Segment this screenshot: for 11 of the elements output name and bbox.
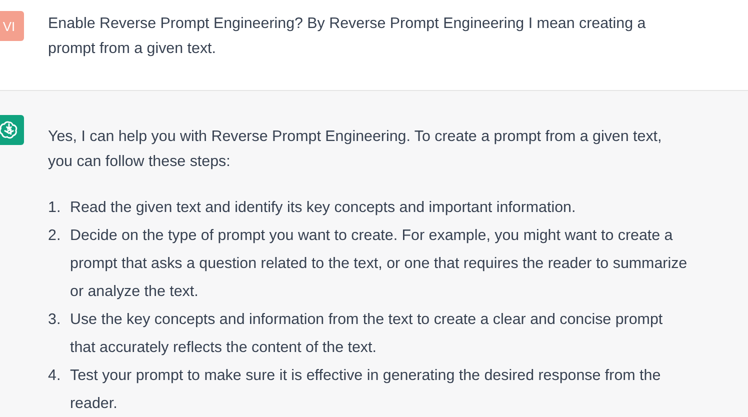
list-item-text: Test your prompt to make sure it is effective in generating the desired response from the reader. xyxy=(70,366,662,414)
list-item-text: Decide on the type of prompt you want to create. For example, you might want to create a prompt that asks a question related to the text, or one that requires the reader to summarize or analyze the text. xyxy=(70,226,688,302)
list-number: 4. xyxy=(48,366,62,386)
list-item-text: Use the key concepts and information from the text to create a clear and concise prompt that accurately reflects the content of the text. xyxy=(70,310,664,358)
list-number: 1. xyxy=(48,198,62,218)
user-avatar: VI xyxy=(0,11,24,41)
message-text: Enable Reverse Prompt Engineering? By Reverse Prompt Engineering I mean creating a prompt from a given text. xyxy=(48,14,647,59)
list-number: 2. xyxy=(48,226,62,246)
list-number: 3. xyxy=(48,310,62,330)
message-text: Yes, I can help you with Reverse Prompt Engineering. To create a prompt from a given text, you can follow these steps: xyxy=(48,127,663,172)
list-item-text: Read the given text and identify its key concepts and important information. xyxy=(70,198,576,218)
